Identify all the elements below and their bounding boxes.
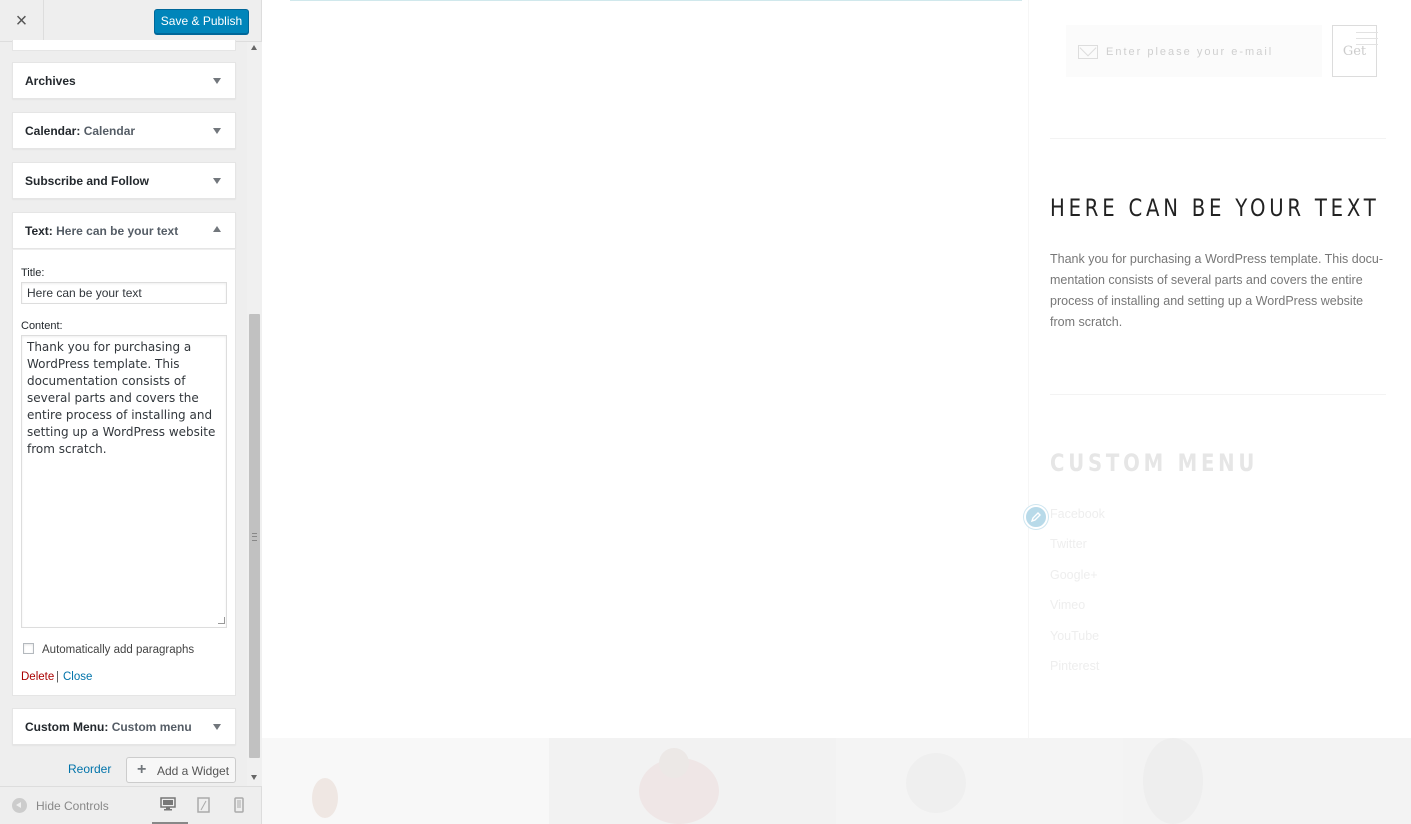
widget-title: Text: Here can be your text	[25, 224, 179, 238]
section-divider	[1050, 394, 1386, 395]
widget-title: Archives	[25, 74, 76, 88]
pencil-icon	[1030, 512, 1041, 523]
preview-mobile-button[interactable]	[234, 797, 256, 815]
widget-title: Custom Menu: Custom menu	[25, 720, 192, 734]
text-widget-body: Thank you for purchasing a WordPress tem…	[1050, 252, 1384, 329]
expand-arrow-icon[interactable]	[213, 78, 221, 84]
customizer-sidebar: × Save & Publish Archives Calendar: Cale…	[0, 0, 262, 824]
auto-paragraphs-checkbox[interactable]	[23, 643, 34, 654]
content-top-border	[290, 0, 1022, 1]
sidebar-scrollbar[interactable]	[247, 42, 262, 786]
collapse-arrow-icon[interactable]	[213, 226, 221, 232]
close-customizer-button[interactable]: ×	[0, 0, 44, 42]
text-widget-form: Title: Content: Thank you for purchasing…	[12, 249, 236, 696]
expand-arrow-icon[interactable]	[213, 128, 221, 134]
edit-shortcut-button[interactable]	[1024, 505, 1048, 529]
delete-link[interactable]: Delete	[21, 671, 54, 683]
widget-calendar[interactable]: Calendar: Calendar	[12, 112, 236, 149]
close-icon: ×	[15, 9, 28, 32]
save-publish-button[interactable]: Save & Publish	[154, 9, 249, 34]
expand-arrow-icon[interactable]	[213, 724, 221, 730]
text-widget-heading: HERE CAN BE YOUR TEXT	[1050, 194, 1380, 222]
customizer-header: × Save & Publish	[0, 0, 261, 42]
scrollbar-thumb[interactable]	[249, 314, 260, 758]
scroll-down-icon[interactable]	[251, 775, 257, 780]
mail-icon	[1078, 45, 1098, 59]
link-separator: |	[56, 671, 59, 683]
widget-subscribe-follow[interactable]: Subscribe and Follow	[12, 162, 236, 199]
gallery-image[interactable]	[1123, 738, 1411, 824]
tablet-icon	[197, 797, 210, 813]
gallery-image[interactable]	[262, 738, 549, 824]
widget-title: Calendar: Calendar	[25, 124, 136, 138]
grip-icon	[252, 533, 257, 541]
menu-item-pinterest[interactable]: Pinterest	[1050, 659, 1099, 673]
desktop-icon	[160, 797, 176, 811]
section-divider	[1050, 138, 1386, 139]
site-preview: Get HERE CAN BE YOUR TEXT Thank you for …	[262, 0, 1411, 824]
hide-controls-label: Hide Controls	[36, 799, 109, 813]
collapse-arrow-circle-icon	[12, 798, 27, 813]
widget-text[interactable]: Text: Here can be your text	[12, 212, 236, 249]
menu-item-facebook[interactable]: Facebook	[1050, 507, 1105, 521]
expand-arrow-icon[interactable]	[213, 178, 221, 184]
auto-paragraphs-label: Automatically add paragraphs	[42, 644, 195, 656]
reorder-link[interactable]: Reorder	[68, 762, 111, 776]
content-label: Content:	[21, 320, 63, 332]
mobile-icon	[234, 797, 244, 813]
menu-item-twitter[interactable]: Twitter	[1050, 537, 1087, 551]
email-input[interactable]	[1106, 43, 1306, 61]
footer-gallery	[262, 738, 1411, 824]
scroll-up-icon[interactable]	[251, 45, 257, 50]
menu-item-googleplus[interactable]: Google+	[1050, 568, 1098, 582]
plus-icon: +	[137, 761, 147, 778]
widget-title: Subscribe and Follow	[25, 174, 150, 188]
preview-tablet-button[interactable]	[197, 797, 219, 815]
title-input[interactable]	[21, 282, 227, 304]
customizer-footer: Hide Controls	[0, 786, 261, 824]
widget-archives[interactable]: Archives	[12, 62, 236, 99]
add-widget-label: Add a Widget	[157, 764, 230, 778]
resize-handle-icon[interactable]	[218, 617, 225, 624]
menu-item-youtube[interactable]: YouTube	[1050, 629, 1099, 643]
gallery-image[interactable]	[549, 738, 836, 824]
gallery-image[interactable]	[836, 738, 1123, 824]
widget-custom-menu[interactable]: Custom Menu: Custom menu	[12, 708, 236, 745]
content-textarea[interactable]: Thank you for purchasing a WordPress tem…	[21, 335, 227, 628]
custom-menu-heading: CUSTOM MENU	[1050, 449, 1259, 477]
collapsed-widget-partial	[12, 40, 236, 51]
subscribe-form	[1066, 25, 1322, 77]
menu-item-vimeo[interactable]: Vimeo	[1050, 598, 1085, 612]
title-label: Title:	[21, 267, 45, 279]
hamburger-menu-icon[interactable]	[1356, 32, 1378, 46]
close-link[interactable]: Close	[63, 671, 92, 683]
sidebar-divider	[1028, 0, 1029, 738]
add-widget-button[interactable]: + Add a Widget	[126, 757, 236, 783]
preview-desktop-button[interactable]	[160, 797, 182, 815]
